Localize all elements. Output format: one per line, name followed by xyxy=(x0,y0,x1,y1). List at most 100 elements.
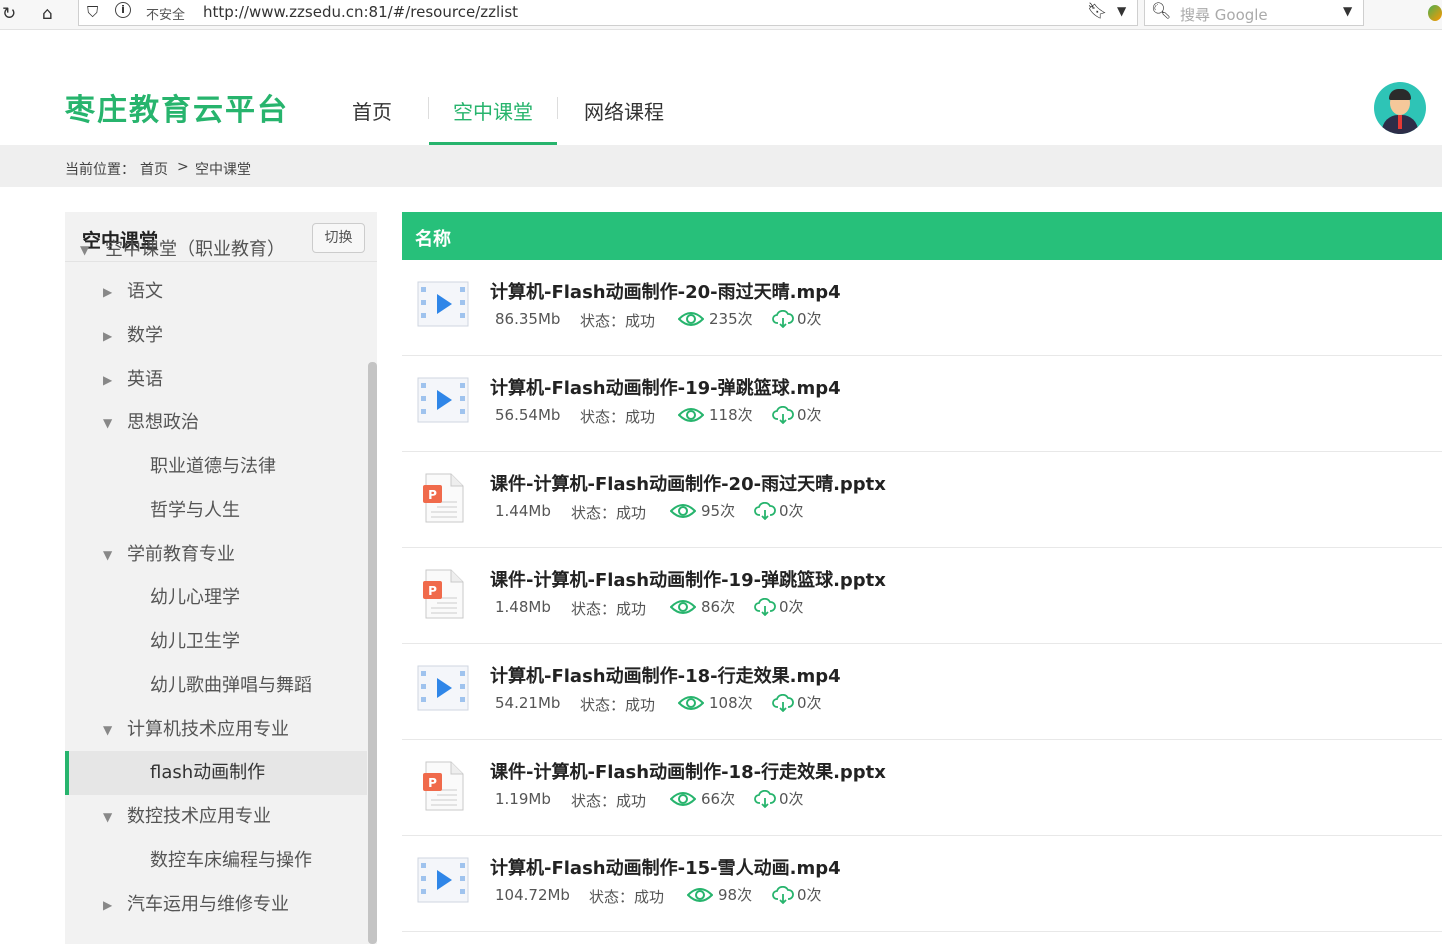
resource-row[interactable]: P 课件-计算机-Flash动画制作-20-雨过天晴.pptx 1.44Mb 状态：成… xyxy=(402,452,1442,548)
status-label: 状态： xyxy=(580,696,626,714)
search-bar[interactable]: 🔍︎ 搜尋 Google ▼ xyxy=(1144,0,1364,26)
sidebar-tree-item[interactable]: ▼ 数控技术应用专业 xyxy=(65,795,367,839)
sidebar-tree-item[interactable]: 哲学与人生 xyxy=(65,489,367,533)
resource-name[interactable]: 课件-计算机-Flash动画制作-20-雨过天晴.pptx xyxy=(490,470,886,496)
cloud-download-icon[interactable] xyxy=(772,885,797,904)
resource-row[interactable]: 计算机-Flash动画制作-19-弹跳篮球.mp4 56.54Mb 状态：成功 118… xyxy=(402,356,1442,452)
sidebar-tree-label: 幼儿歌曲弹唱与舞蹈 xyxy=(150,675,312,696)
caret-right-icon[interactable]: ▶ xyxy=(103,883,112,927)
status-value: 成功 xyxy=(616,792,647,810)
pptx-file-icon: P xyxy=(417,760,469,811)
reload-icon[interactable]: ↻ xyxy=(2,4,16,24)
sidebar-tree-label: 英语 xyxy=(127,369,163,390)
nav-online-courses[interactable]: 网络课程 xyxy=(584,96,664,125)
sidebar-tree-label: 数控车床编程与操作 xyxy=(150,850,312,871)
sidebar-tree-label: 计算机技术应用专业 xyxy=(127,719,289,740)
extension-icon[interactable] xyxy=(1428,5,1442,21)
sidebar-tree-item[interactable]: 职业道德与法律 xyxy=(65,445,367,489)
eye-icon xyxy=(678,405,709,423)
address-bar[interactable]: ⛉ i 不安全 http://www.zzsedu.cn:81/#/resour… xyxy=(78,0,1138,26)
resource-name[interactable]: 计算机-Flash动画制作-19-弹跳篮球.mp4 xyxy=(490,374,841,400)
column-header-name: 名称 xyxy=(415,229,451,250)
nav-sky-classroom[interactable]: 空中课堂 xyxy=(453,96,533,125)
caret-right-icon[interactable]: ▶ xyxy=(103,358,112,402)
resource-name[interactable]: 课件-计算机-Flash动画制作-18-行走效果.pptx xyxy=(490,758,886,784)
caret-down-icon[interactable]: ▼ xyxy=(103,795,112,839)
cloud-download-icon[interactable] xyxy=(754,597,779,616)
sidebar-tree-item[interactable]: ▶ 语文 xyxy=(65,270,367,314)
resource-row[interactable]: P 课件-计算机-Flash动画制作-18-行走效果.pptx 1.19Mb 状态：成… xyxy=(402,740,1442,836)
svg-text:P: P xyxy=(428,776,437,790)
status-value: 成功 xyxy=(625,696,656,714)
site-header: 枣庄教育云平台 首页 空中课堂 网络课程 xyxy=(0,30,1442,145)
svg-text:P: P xyxy=(428,584,437,598)
status-label: 状态： xyxy=(571,792,617,810)
sidebar-tree-item[interactable]: ▶ 英语 xyxy=(65,358,367,402)
caret-down-icon[interactable]: ▼ xyxy=(103,708,112,752)
view-count: 235次 xyxy=(678,308,753,329)
view-count-value: 118次 xyxy=(709,406,753,424)
sidebar-tree-item[interactable]: ▶ 数学 xyxy=(65,314,367,358)
bookmark-icon[interactable]: 🔖︎ xyxy=(1087,1,1107,20)
chevron-down-icon[interactable]: ▼ xyxy=(1343,4,1352,18)
resource-name[interactable]: 计算机-Flash动画制作-15-雪人动画.mp4 xyxy=(490,854,841,880)
shield-icon[interactable]: ⛉ xyxy=(87,3,98,21)
sidebar-tree-label: 汽车运用与维修专业 xyxy=(127,894,289,915)
resource-name[interactable]: 课件-计算机-Flash动画制作-19-弹跳篮球.pptx xyxy=(490,566,886,592)
download-count-value: 0次 xyxy=(779,598,804,616)
avatar[interactable] xyxy=(1374,82,1426,134)
caret-right-icon[interactable]: ▶ xyxy=(103,270,112,314)
sidebar-tree-label: 学前教育专业 xyxy=(127,544,235,565)
site-logo[interactable]: 枣庄教育云平台 xyxy=(65,85,289,129)
caret-down-icon[interactable]: ▼ xyxy=(80,228,89,272)
home-icon[interactable]: ⌂ xyxy=(42,4,53,24)
sidebar-tree-item[interactable]: ▼ 计算机技术应用专业 xyxy=(65,708,367,752)
resource-row[interactable]: 计算机-Flash动画制作-15-雪人动画.mp4 104.72Mb 状态：成功 98… xyxy=(402,836,1442,932)
info-icon[interactable]: i xyxy=(115,2,131,18)
status-label: 状态： xyxy=(589,888,635,906)
caret-down-icon[interactable]: ▼ xyxy=(103,401,112,445)
file-size: 86.35Mb xyxy=(495,310,561,328)
sidebar-tree-item[interactable]: 幼儿卫生学 xyxy=(65,620,367,664)
search-icon[interactable]: 🔍︎ xyxy=(1151,1,1171,20)
sidebar-tree-label: 哲学与人生 xyxy=(150,500,240,521)
status-text: 状态：成功 xyxy=(589,886,664,907)
eye-icon xyxy=(670,789,701,807)
resource-name[interactable]: 计算机-Flash动画制作-20-雨过天晴.mp4 xyxy=(490,278,841,304)
breadcrumb-home[interactable]: 首页 xyxy=(140,159,168,179)
resource-row[interactable]: 计算机-Flash动画制作-20-雨过天晴.mp4 86.35Mb 状态：成功 235… xyxy=(402,260,1442,356)
caret-down-icon[interactable]: ▼ xyxy=(103,533,112,577)
sidebar-tree-item[interactable]: 数控车床编程与操作 xyxy=(65,839,367,883)
download-count-value: 0次 xyxy=(797,310,822,328)
sidebar-tree-item[interactable]: ▶ 汽车运用与维修专业 xyxy=(65,883,367,927)
download-count-value: 0次 xyxy=(779,790,804,808)
sidebar-tree-item[interactable]: 幼儿心理学 xyxy=(65,576,367,620)
cloud-download-icon[interactable] xyxy=(754,501,779,520)
caret-right-icon[interactable]: ▶ xyxy=(103,314,112,358)
view-count: 95次 xyxy=(670,500,735,521)
resource-row[interactable]: 计算机-Flash动画制作-18-行走效果.mp4 54.21Mb 状态：成功 108… xyxy=(402,644,1442,740)
cloud-download-icon[interactable] xyxy=(754,789,779,808)
sidebar-tree-label: 幼儿卫生学 xyxy=(150,631,240,652)
sidebar-scrollbar[interactable] xyxy=(368,362,377,944)
chevron-down-icon[interactable]: ▼ xyxy=(1117,4,1126,18)
sidebar-tree-item[interactable]: ▼ 思想政治 xyxy=(65,401,367,445)
status-label: 状态： xyxy=(580,312,626,330)
sidebar-tree-item[interactable]: ▼ 空中课堂（职业教育） xyxy=(65,228,367,272)
cloud-download-icon[interactable] xyxy=(772,309,797,328)
sidebar-tree-item[interactable]: 幼儿歌曲弹唱与舞蹈 xyxy=(65,664,367,708)
search-input[interactable]: 搜尋 Google xyxy=(1180,4,1268,25)
url-text[interactable]: http://www.zzsedu.cn:81/#/resource/zzlis… xyxy=(203,3,518,21)
nav-divider xyxy=(428,97,429,119)
resource-name[interactable]: 计算机-Flash动画制作-18-行走效果.mp4 xyxy=(490,662,841,688)
resource-row[interactable]: P 课件-计算机-Flash动画制作-19-弹跳篮球.pptx 1.48Mb 状态：成… xyxy=(402,548,1442,644)
nav-home[interactable]: 首页 xyxy=(352,96,392,125)
security-label[interactable]: 不安全 xyxy=(146,4,185,23)
cloud-download-icon[interactable] xyxy=(772,405,797,424)
eye-icon xyxy=(678,693,709,711)
status-text: 状态：成功 xyxy=(580,694,655,715)
status-value: 成功 xyxy=(634,888,665,906)
sidebar-tree-item[interactable]: flash动画制作 xyxy=(65,751,367,795)
cloud-download-icon[interactable] xyxy=(772,693,797,712)
sidebar-tree-item[interactable]: ▼ 学前教育专业 xyxy=(65,533,367,577)
